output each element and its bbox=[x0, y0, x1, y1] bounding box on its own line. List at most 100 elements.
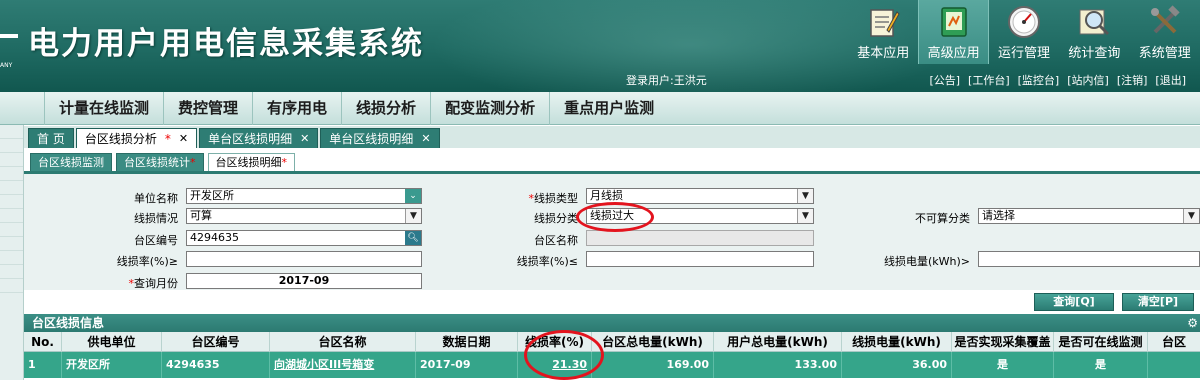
col-area-total[interactable]: 台区总电量(kWh) bbox=[592, 332, 714, 352]
col-covered[interactable]: 是否实现采集覆盖 bbox=[952, 332, 1054, 352]
tab-single-area-detail-2-label: 单台区线损明细 bbox=[329, 131, 414, 146]
gear-icon[interactable]: ⚙ bbox=[1187, 314, 1198, 332]
loss-type-label: *线损类型 bbox=[528, 192, 579, 205]
subtab-stats[interactable]: 台区线损统计* bbox=[116, 153, 204, 171]
tool-stats-label: 统计查询 bbox=[1068, 46, 1121, 61]
gauge-icon bbox=[1008, 6, 1041, 38]
noncalc-value: 请选择 bbox=[982, 209, 1015, 222]
cell-date: 2017-09 bbox=[416, 352, 518, 378]
cell-loss-energy: 36.00 bbox=[842, 352, 952, 378]
area-name-input bbox=[586, 230, 814, 246]
nav-metering[interactable]: 计量在线监测 bbox=[44, 92, 163, 125]
sub-tabs: 台区线损监测 台区线损统计* 台区线损明细* bbox=[24, 150, 1200, 174]
col-user-total[interactable]: 用户总电量(kWh) bbox=[714, 332, 842, 352]
rate-ge-input[interactable] bbox=[186, 251, 422, 267]
col-loss-energy[interactable]: 线损电量(kWh) bbox=[842, 332, 952, 352]
col-area-name[interactable]: 台区名称 bbox=[270, 332, 416, 352]
tool-system[interactable]: 系统管理 bbox=[1130, 0, 1200, 64]
query-button[interactable]: 查询[Q] bbox=[1034, 293, 1114, 311]
close-icon[interactable]: ✕ bbox=[179, 129, 188, 149]
unit-select[interactable]: 开发区所 ⌄ bbox=[186, 188, 422, 204]
quick-links: [公告] [工作台] [监控台] [站内信] [注销] [退出] bbox=[925, 72, 1190, 88]
table-row[interactable]: 1 开发区所 4294635 向湖城小区III号箱变 2017-09 21.30… bbox=[24, 352, 1200, 378]
col-extra[interactable]: 台区 bbox=[1148, 332, 1200, 352]
tab-area-loss-analysis[interactable]: 台区线损分析 * ✕ bbox=[75, 128, 198, 149]
loss-category-label: 线损分类 bbox=[534, 212, 578, 225]
col-online[interactable]: 是否可在线监测 bbox=[1054, 332, 1148, 352]
chevron-down-icon[interactable]: ▼ bbox=[797, 209, 813, 223]
tab-single-area-detail-1-label: 单台区线损明细 bbox=[208, 131, 293, 146]
close-icon[interactable]: ✕ bbox=[421, 129, 430, 149]
col-area-code[interactable]: 台区编号 bbox=[162, 332, 270, 352]
area-code-value: 4294635 bbox=[190, 231, 239, 244]
required-mark: * bbox=[190, 156, 196, 169]
tab-single-area-detail-1[interactable]: 单台区线损明细 ✕ bbox=[199, 128, 319, 149]
collapsed-sidebar[interactable] bbox=[0, 125, 24, 380]
clear-button[interactable]: 清空[P] bbox=[1122, 293, 1194, 311]
tab-home[interactable]: 首 页 bbox=[28, 128, 74, 148]
result-panel-title-text: 台区线损信息 bbox=[32, 316, 105, 330]
tab-single-area-detail-2[interactable]: 单台区线损明细 ✕ bbox=[320, 128, 440, 149]
query-form: 单位名称 开发区所 ⌄ *线损类型 月线损 ▼ 线损情况 可算 ▼ 线损分类 线… bbox=[24, 174, 1200, 290]
col-no[interactable]: No. bbox=[24, 332, 62, 352]
chevron-down-icon[interactable]: ▼ bbox=[405, 209, 421, 223]
loss-type-select[interactable]: 月线损 ▼ bbox=[586, 188, 814, 204]
app-header: ANY 电力用户用电信息采集系统 登录用户:王洪元 基本应用 高级应用 运行管理… bbox=[0, 0, 1200, 92]
main-nav: 计量在线监测 费控管理 有序用电 线损分析 配变监测分析 重点用户监测 bbox=[0, 92, 1200, 125]
tablet-icon bbox=[940, 7, 967, 37]
link-messages[interactable]: [站内信] bbox=[1063, 72, 1113, 88]
toolbar: 基本应用 高级应用 运行管理 统计查询 系统管理 bbox=[848, 0, 1200, 64]
subtab-detail[interactable]: 台区线损明细* bbox=[207, 153, 295, 171]
area-code-label: 台区编号 bbox=[134, 234, 178, 247]
tools-icon bbox=[1150, 5, 1180, 34]
chevron-down-icon[interactable]: ▼ bbox=[1183, 209, 1199, 223]
nav-transformer[interactable]: 配变监测分析 bbox=[430, 92, 549, 125]
unit-label: 单位名称 bbox=[134, 192, 178, 205]
tool-run[interactable]: 运行管理 bbox=[989, 0, 1059, 64]
noncalc-select[interactable]: 请选择 ▼ bbox=[978, 208, 1200, 224]
tool-basic-label: 基本应用 bbox=[857, 46, 910, 61]
loss-energy-input[interactable] bbox=[978, 251, 1200, 267]
required-mark: * bbox=[164, 131, 171, 146]
link-logout[interactable]: [注销] bbox=[1113, 72, 1152, 88]
nav-key-users[interactable]: 重点用户监测 bbox=[549, 92, 668, 125]
close-icon[interactable]: ✕ bbox=[300, 129, 309, 149]
link-notice[interactable]: [公告] bbox=[925, 72, 964, 88]
loss-category-value: 线损过大 bbox=[590, 209, 634, 222]
tool-stats[interactable]: 统计查询 bbox=[1059, 0, 1129, 64]
tool-advanced[interactable]: 高级应用 bbox=[918, 0, 989, 64]
tool-basic[interactable]: 基本应用 bbox=[848, 0, 918, 64]
link-exit[interactable]: [退出] bbox=[1151, 72, 1190, 88]
col-unit[interactable]: 供电单位 bbox=[62, 332, 162, 352]
search-icon[interactable]: 🔍︎ bbox=[405, 231, 421, 245]
cell-area-code: 4294635 bbox=[162, 352, 270, 378]
unit-value: 开发区所 bbox=[190, 189, 234, 202]
rate-le-input[interactable] bbox=[586, 251, 814, 267]
link-monitor[interactable]: [监控台] bbox=[1014, 72, 1064, 88]
cell-area-name-link[interactable]: 向湖城小区III号箱变 bbox=[270, 352, 416, 378]
result-panel-title: 台区线损信息 ⚙ bbox=[24, 314, 1200, 332]
area-code-input[interactable]: 4294635 🔍︎ bbox=[186, 230, 422, 246]
nav-line-loss[interactable]: 线损分析 bbox=[341, 92, 430, 125]
subtab-monitor[interactable]: 台区线损监测 bbox=[30, 153, 112, 171]
cell-area-total: 169.00 bbox=[592, 352, 714, 378]
nav-orderly-power[interactable]: 有序用电 bbox=[252, 92, 341, 125]
chevron-down-icon[interactable]: ▼ bbox=[797, 189, 813, 203]
rate-le-label: 线损率(%)≤ bbox=[516, 255, 578, 268]
login-user: 登录用户:王洪元 bbox=[626, 74, 707, 87]
required-mark: * bbox=[281, 156, 288, 169]
loss-status-select[interactable]: 可算 ▼ bbox=[186, 208, 422, 224]
result-table-header: No. 供电单位 台区编号 台区名称 数据日期 线损率(%) 台区总电量(kWh… bbox=[24, 332, 1200, 352]
tab-home-label: 首 页 bbox=[37, 131, 65, 146]
col-date[interactable]: 数据日期 bbox=[416, 332, 518, 352]
cell-loss-rate-link[interactable]: 21.30 bbox=[518, 352, 592, 378]
chevron-down-icon[interactable]: ⌄ bbox=[405, 189, 421, 203]
month-input[interactable]: 2017-09 bbox=[186, 273, 422, 289]
cell-extra bbox=[1148, 352, 1200, 378]
tool-run-label: 运行管理 bbox=[998, 46, 1051, 61]
col-loss-rate[interactable]: 线损率(%) bbox=[518, 332, 592, 352]
loss-category-select[interactable]: 线损过大 ▼ bbox=[586, 208, 814, 224]
link-workbench[interactable]: [工作台] bbox=[964, 72, 1014, 88]
nav-fee-control[interactable]: 费控管理 bbox=[163, 92, 252, 125]
logo-mark bbox=[0, 34, 18, 38]
